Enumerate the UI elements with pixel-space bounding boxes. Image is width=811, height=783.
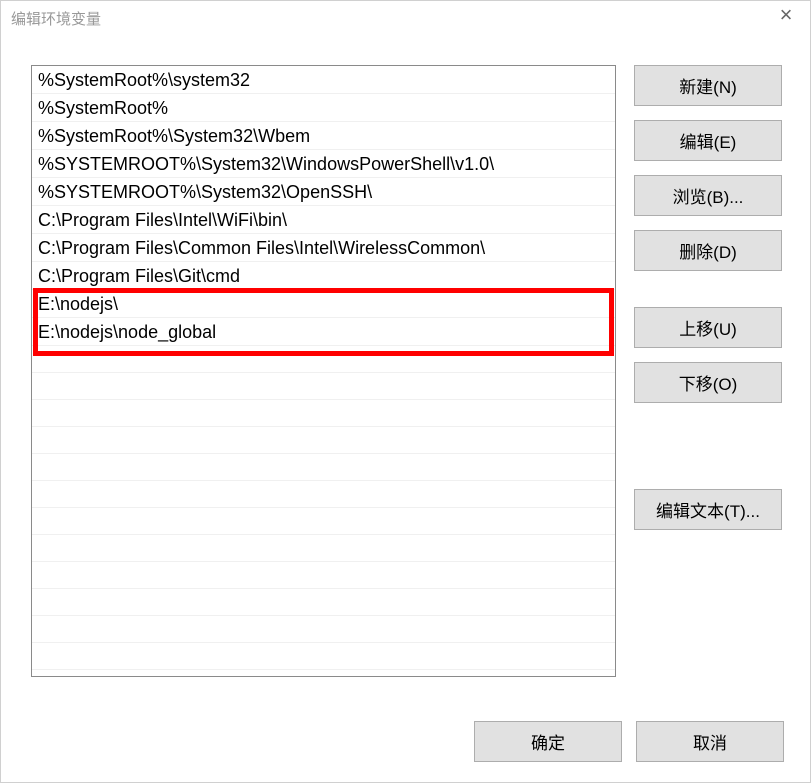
spacer <box>634 417 782 475</box>
list-item-empty[interactable] <box>32 535 615 562</box>
close-icon[interactable]: × <box>776 5 796 25</box>
moveup-button[interactable]: 上移(U) <box>634 307 782 348</box>
list-item[interactable]: %SystemRoot% <box>32 94 615 122</box>
list-item[interactable]: %SYSTEMROOT%\System32\OpenSSH\ <box>32 178 615 206</box>
list-item[interactable]: %SystemRoot%\system32 <box>32 66 615 94</box>
list-item[interactable]: C:\Program Files\Intel\WiFi\bin\ <box>32 206 615 234</box>
edittext-button[interactable]: 编辑文本(T)... <box>634 489 782 530</box>
list-item-empty[interactable] <box>32 616 615 643</box>
button-sidebar: 新建(N) 编辑(E) 浏览(B)... 删除(D) 上移(U) 下移(O) 编… <box>634 65 782 677</box>
new-button[interactable]: 新建(N) <box>634 65 782 106</box>
list-item-empty[interactable] <box>32 346 615 373</box>
list-item-empty[interactable] <box>32 454 615 481</box>
list-item[interactable]: C:\Program Files\Common Files\Intel\Wire… <box>32 234 615 262</box>
list-item-empty[interactable] <box>32 589 615 616</box>
delete-button[interactable]: 删除(D) <box>634 230 782 271</box>
list-item-empty[interactable] <box>32 373 615 400</box>
list-item-empty[interactable] <box>32 508 615 535</box>
list-item-empty[interactable] <box>32 643 615 670</box>
dialog-footer: 确定 取消 <box>474 721 784 762</box>
list-item-empty[interactable] <box>32 481 615 508</box>
edit-button[interactable]: 编辑(E) <box>634 120 782 161</box>
list-item-empty[interactable] <box>32 400 615 427</box>
movedown-button[interactable]: 下移(O) <box>634 362 782 403</box>
browse-button[interactable]: 浏览(B)... <box>634 175 782 216</box>
cancel-button[interactable]: 取消 <box>636 721 784 762</box>
list-item[interactable]: %SYSTEMROOT%\System32\WindowsPowerShell\… <box>32 150 615 178</box>
list-item[interactable]: %SystemRoot%\System32\Wbem <box>32 122 615 150</box>
list-item-empty[interactable] <box>32 427 615 454</box>
dialog-title: 编辑环境变量 <box>11 8 101 29</box>
list-item[interactable]: E:\nodejs\ <box>32 290 615 318</box>
titlebar: 编辑环境变量 × <box>1 1 810 35</box>
ok-button[interactable]: 确定 <box>474 721 622 762</box>
list-item[interactable]: C:\Program Files\Git\cmd <box>32 262 615 290</box>
list-item-empty[interactable] <box>32 562 615 589</box>
spacer <box>634 285 782 293</box>
dialog-content: %SystemRoot%\system32 %SystemRoot% %Syst… <box>1 35 810 697</box>
list-item[interactable]: E:\nodejs\node_global <box>32 318 615 346</box>
path-listbox[interactable]: %SystemRoot%\system32 %SystemRoot% %Syst… <box>31 65 616 677</box>
